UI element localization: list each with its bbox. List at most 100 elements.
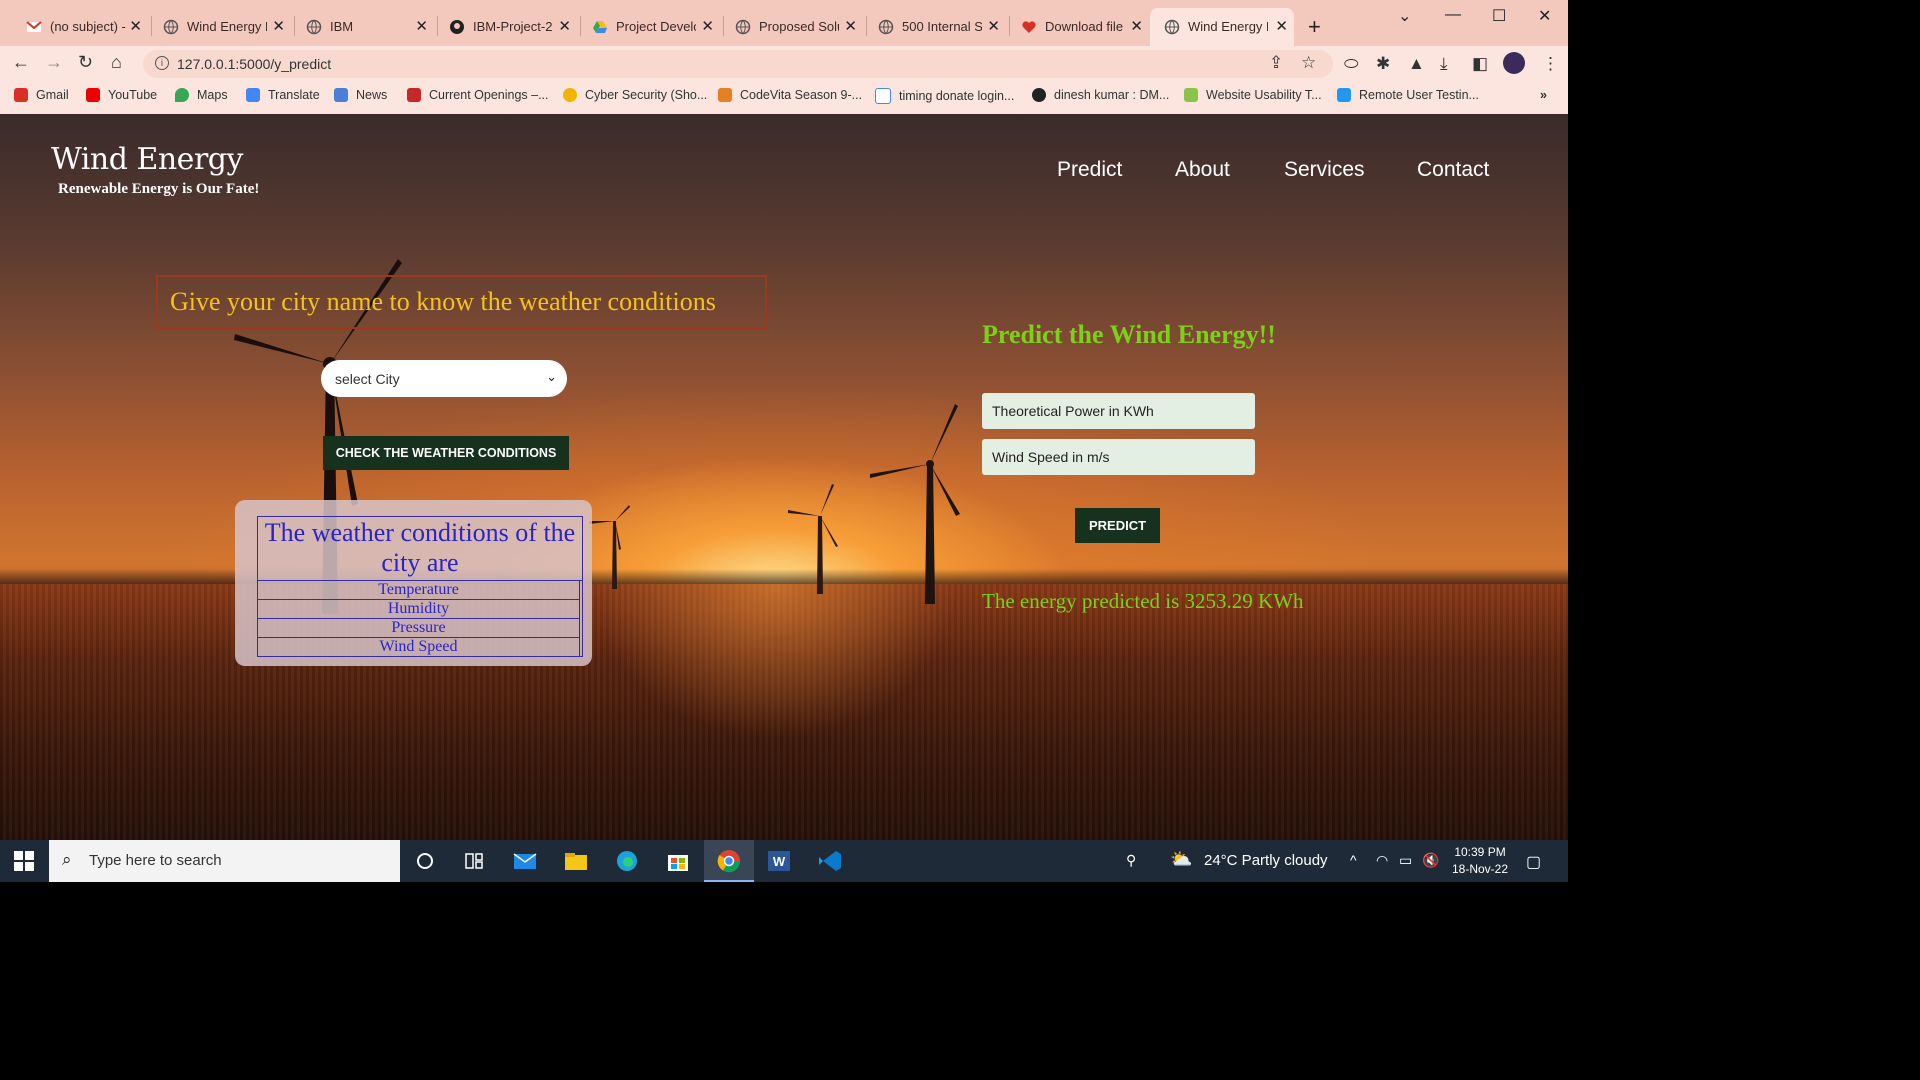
toolbar: ← → ↻ ⌂ i 127.0.0.1:5000/y_predict ⇪ ☆ ⬭… [0, 46, 1568, 82]
windows-start-icon[interactable] [14, 851, 34, 871]
tab-ibm[interactable]: IBM ✕ [286, 8, 434, 46]
tab-github[interactable]: IBM-Project-2 ✕ [429, 8, 577, 46]
share-icon[interactable]: ⇪ [1269, 53, 1283, 73]
cortana-icon[interactable] [412, 849, 438, 873]
predict-button[interactable]: PREDICT [1075, 508, 1160, 543]
puzzle-icon[interactable]: ✱ [1376, 54, 1390, 74]
wind-turbine-image [788, 484, 838, 594]
nav-contact[interactable]: Contact [1417, 158, 1489, 182]
site-title[interactable]: Wind Energy [51, 142, 243, 177]
nav-about[interactable]: About [1175, 158, 1230, 182]
maximize-icon[interactable]: ☐ [1492, 6, 1506, 26]
bookmark-codevita[interactable]: CodeVita Season 9-... [718, 88, 862, 102]
tab-proposed-solution[interactable]: Proposed Solu ✕ [715, 8, 863, 46]
reload-icon[interactable]: ↻ [78, 52, 93, 73]
close-tab-icon[interactable]: ✕ [272, 17, 285, 35]
clock[interactable]: 10:39 PM 18-Nov-22 [1452, 844, 1508, 878]
bookmark-gmail[interactable]: Gmail [14, 88, 69, 102]
site-info-icon[interactable]: i [155, 56, 169, 70]
wifi-icon[interactable]: ◠ [1376, 852, 1388, 869]
bookmark-cyber-security[interactable]: Cyber Security (Sho... [563, 88, 707, 102]
home-icon[interactable]: ⌂ [111, 52, 122, 73]
close-tab-icon[interactable]: ✕ [415, 17, 428, 35]
edge-icon[interactable] [614, 849, 640, 873]
chevron-up-icon[interactable]: ^ [1350, 852, 1357, 868]
file-explorer-icon[interactable] [563, 849, 589, 873]
close-tab-icon[interactable]: ✕ [1130, 17, 1143, 35]
bookmark-news[interactable]: News [334, 88, 387, 102]
close-tab-icon[interactable]: ✕ [558, 17, 571, 35]
close-tab-icon[interactable]: ✕ [987, 17, 1000, 35]
tab-title: Proposed Solu [759, 19, 839, 34]
bookmark-current-openings[interactable]: Current Openings –... [407, 88, 549, 102]
weather-row-pressure: Pressure [258, 619, 580, 638]
new-tab-icon[interactable]: + [1308, 14, 1321, 40]
notifications-icon[interactable]: ▢ [1526, 852, 1541, 872]
tab-title: IBM-Project-2 [473, 19, 553, 34]
prediction-result: The energy predicted is 3253.29 KWh [982, 589, 1304, 613]
wind-speed-input[interactable]: Wind Speed in m/s [982, 439, 1255, 475]
profile-avatar[interactable] [1503, 52, 1525, 74]
minimize-icon[interactable]: — [1445, 6, 1461, 24]
tab-title: Wind Energy F [187, 19, 267, 34]
taskbar-weather[interactable]: 24°C Partly cloudy [1204, 852, 1328, 869]
more-bookmarks-icon[interactable]: » [1540, 88, 1547, 102]
word-icon[interactable]: W [766, 849, 792, 873]
nav-services[interactable]: Services [1284, 158, 1365, 182]
tab-wind-energy-1[interactable]: Wind Energy F ✕ [143, 8, 291, 46]
menu-kebab-icon[interactable]: ⋮ [1542, 54, 1559, 74]
download-icon[interactable]: ⤓ [1440, 54, 1448, 74]
close-tab-icon[interactable]: ✕ [701, 17, 714, 35]
bookmark-maps[interactable]: Maps [175, 88, 228, 102]
bookmark-website-usability[interactable]: Website Usability T... [1184, 88, 1322, 102]
sidepanel-icon[interactable]: ◧ [1472, 54, 1488, 74]
address-bar[interactable]: i 127.0.0.1:5000/y_predict ⇪ ☆ [143, 50, 1333, 78]
weather-cloud-icon[interactable]: ⛅ [1170, 849, 1192, 870]
bookmark-youtube[interactable]: YouTube [86, 88, 157, 102]
people-icon[interactable]: ⚲ [1126, 852, 1136, 869]
close-tab-icon[interactable]: ✕ [844, 17, 857, 35]
url-text[interactable]: 127.0.0.1:5000/y_predict [177, 56, 331, 72]
bookmark-dinesh-kumar[interactable]: dinesh kumar : DM... [1032, 88, 1169, 102]
close-tab-icon[interactable]: ✕ [1275, 17, 1288, 35]
news-icon [334, 88, 348, 102]
task-view-icon[interactable] [461, 849, 487, 873]
bookmark-star-icon[interactable]: ☆ [1301, 53, 1316, 73]
bookmark-label: News [356, 88, 388, 102]
volume-muted-icon[interactable]: 🔇 [1422, 852, 1439, 869]
tab-search-chevron-icon[interactable]: ⌄ [1398, 6, 1411, 26]
tab-wind-energy-active[interactable]: Wind Energy F ✕ [1150, 8, 1294, 46]
close-tab-icon[interactable]: ✕ [129, 17, 142, 35]
store-icon[interactable] [665, 849, 691, 873]
search-icon: ⌕ [62, 850, 72, 869]
tab-download-file[interactable]: Download file ✕ [1001, 8, 1149, 46]
nav-predict[interactable]: Predict [1057, 158, 1122, 182]
bookmark-remote-user-testing[interactable]: Remote User Testin... [1337, 88, 1479, 102]
bookmark-timing-donate[interactable]: timing donate login... [875, 88, 1014, 104]
tab-drive[interactable]: Project Develo ✕ [572, 8, 720, 46]
vscode-icon[interactable] [817, 849, 843, 873]
mail-icon[interactable] [512, 849, 538, 873]
taskbar-search[interactable]: ⌕ Type here to search [49, 840, 400, 882]
check-weather-button[interactable]: CHECK THE WEATHER CONDITIONS [323, 436, 569, 470]
svg-text:W: W [773, 854, 786, 869]
bookmark-label: timing donate login... [899, 89, 1015, 103]
back-icon[interactable]: ← [12, 52, 30, 73]
tab-title: (no subject) - d [50, 19, 130, 34]
tab-gmail[interactable]: (no subject) - d ✕ [6, 8, 148, 46]
labs-flask-icon[interactable]: ▲ [1408, 54, 1425, 74]
bookmark-translate[interactable]: Translate [246, 88, 320, 102]
youtube-icon [86, 88, 100, 102]
extension-icon[interactable]: ⬭ [1344, 54, 1359, 74]
bookmark-label: Remote User Testin... [1359, 88, 1479, 102]
tab-500-error[interactable]: 500 Internal Se ✕ [858, 8, 1006, 46]
battery-icon[interactable]: ▭ [1399, 852, 1412, 869]
forward-icon[interactable]: → [45, 52, 63, 73]
theoretical-power-input[interactable]: Theoretical Power in KWh [982, 393, 1255, 429]
bookmark-label: YouTube [108, 88, 158, 102]
maps-pin-icon [175, 88, 189, 102]
window-close-icon[interactable]: ✕ [1538, 6, 1551, 26]
city-select[interactable]: select City ⌄ [321, 360, 567, 397]
bookmark-label: Current Openings –... [429, 88, 549, 102]
taskbar-active-app[interactable] [704, 840, 754, 882]
